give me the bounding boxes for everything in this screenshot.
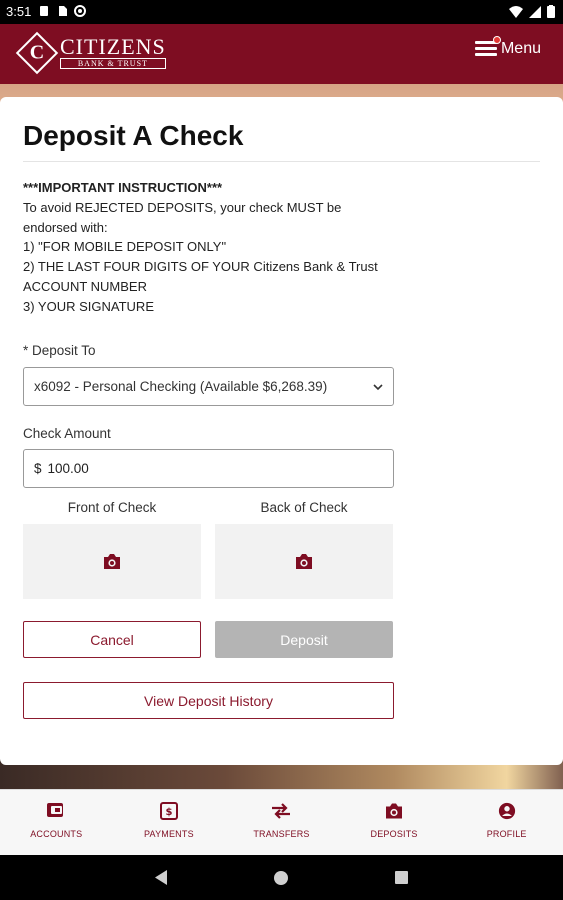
bank-logo[interactable]: C CITIZENS BANK & TRUST — [15, 31, 166, 74]
system-nav-bar — [0, 855, 563, 900]
logo-subtitle: BANK & TRUST — [60, 58, 166, 69]
nav-label: PAYMENTS — [144, 829, 194, 839]
nav-label: ACCOUNTS — [30, 829, 83, 839]
deposit-to-select[interactable]: x6092 - Personal Checking (Available $6,… — [23, 367, 394, 406]
check-amount-value: 100.00 — [47, 461, 89, 476]
payments-icon: $ — [159, 802, 178, 820]
status-left-icons — [38, 5, 86, 17]
back-of-check-label: Back of Check — [260, 500, 348, 515]
front-of-check-label: Front of Check — [67, 500, 157, 515]
menu-button[interactable]: Menu — [474, 36, 541, 58]
nav-item-transfers[interactable]: TRANSFERS — [225, 790, 338, 855]
sd-card-icon — [59, 6, 67, 16]
instructions-line: ACCOUNT NUMBER — [23, 278, 147, 294]
nav-label: TRANSFERS — [253, 829, 310, 839]
sync-icon — [74, 5, 86, 17]
camera-icon — [104, 554, 120, 569]
instructions-line: 1) "FOR MOBILE DEPOSIT ONLY" — [23, 239, 227, 255]
nav-item-profile[interactable]: PROFILE — [450, 790, 563, 855]
status-bar: 3:51 — [0, 0, 563, 24]
page-title: Deposit A Check — [23, 120, 244, 151]
logo-mark: C — [15, 31, 59, 74]
back-of-check-capture[interactable] — [215, 524, 393, 599]
title-divider — [23, 161, 540, 162]
currency-symbol: $ — [34, 461, 42, 476]
sim-icon — [40, 6, 48, 16]
logo-letter: C — [29, 41, 45, 63]
front-of-check-capture[interactable] — [23, 524, 201, 599]
hamburger-icon — [474, 36, 501, 57]
logo-name: CITIZENS — [60, 34, 166, 59]
deposit-to-value: x6092 - Personal Checking (Available $6,… — [34, 379, 328, 394]
nav-label: PROFILE — [486, 829, 527, 839]
check-amount-input[interactable]: $ 100.00 — [23, 449, 394, 488]
wifi-icon — [509, 5, 523, 18]
recents-icon[interactable] — [394, 870, 409, 885]
status-time: 3:51 — [6, 4, 32, 19]
check-amount-label: Check Amount — [23, 426, 111, 441]
status-right-icons — [509, 5, 555, 18]
instructions-line: 3) YOUR SIGNATURE — [23, 298, 154, 314]
instructions-line: 2) THE LAST FOUR DIGITS OF YOUR Citizens… — [23, 259, 378, 275]
svg-text:$: $ — [165, 807, 172, 818]
home-icon[interactable] — [273, 870, 289, 886]
instructions-line: To avoid REJECTED DEPOSITS, your check M… — [23, 199, 342, 215]
profile-icon — [498, 802, 515, 820]
app-header: C CITIZENS BANK & TRUST Menu — [0, 24, 563, 84]
battery-icon — [547, 5, 555, 18]
nav-item-accounts[interactable]: ACCOUNTS — [0, 790, 113, 855]
back-icon[interactable] — [153, 869, 169, 886]
camera-icon — [296, 554, 312, 569]
transfers-icon — [272, 803, 291, 819]
bottom-nav: ACCOUNTS $ PAYMENTS TRANSFERS DEPOSITS P… — [0, 789, 563, 855]
instructions-block: ***IMPORTANT INSTRUCTION*** To avoid REJ… — [23, 178, 423, 317]
nav-item-deposits[interactable]: DEPOSITS — [338, 790, 451, 855]
notification-dot — [492, 36, 501, 44]
nav-item-payments[interactable]: $ PAYMENTS — [113, 790, 226, 855]
chevron-down-icon — [373, 383, 383, 390]
camera-icon — [386, 803, 403, 819]
deposit-to-label: * Deposit To — [23, 343, 96, 358]
signal-icon — [529, 5, 541, 18]
instructions-line: endorsed with: — [23, 219, 108, 235]
nav-label: DEPOSITS — [370, 829, 418, 839]
view-deposit-history-button[interactable]: View Deposit History — [23, 682, 394, 719]
instructions-heading: ***IMPORTANT INSTRUCTION*** — [23, 180, 223, 195]
deposit-button[interactable]: Deposit — [215, 621, 393, 658]
menu-label: Menu — [500, 40, 541, 57]
cancel-button[interactable]: Cancel — [23, 621, 201, 658]
accounts-icon — [47, 803, 64, 817]
logo-text: CITIZENS BANK & TRUST — [60, 36, 166, 69]
